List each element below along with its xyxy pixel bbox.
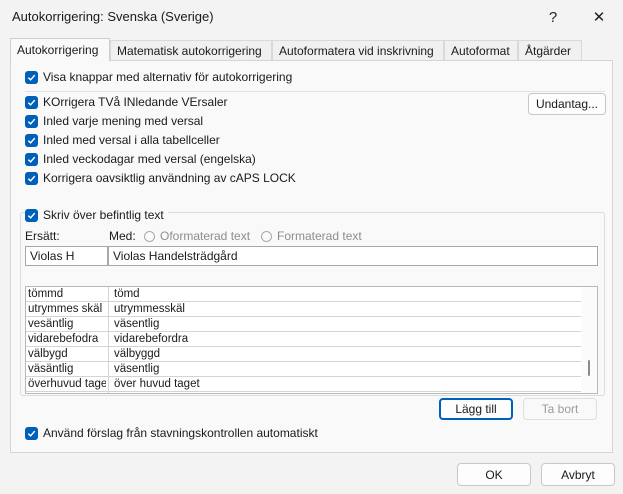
list-item-to: över huvud taget (114, 378, 200, 390)
list-item[interactable]: utrymmes skäl utrymmesskäl (26, 302, 582, 317)
checkbox-caps-lock[interactable]: Korrigera oavsiktlig användning av cAPS … (25, 171, 296, 185)
checkbox-checked-icon (25, 171, 38, 185)
checkbox-label: Använd förslag från stavningskontrollen … (43, 426, 318, 440)
checkbox-checked-icon (25, 152, 38, 166)
replace-label: Ersätt: (25, 229, 60, 243)
with-label: Med: (109, 229, 136, 243)
checkbox-checked-icon (25, 95, 38, 109)
radio-plain-text[interactable]: Oformaterad text (144, 229, 250, 243)
list-item-to: utrymmesskäl (114, 303, 185, 315)
divider (25, 91, 605, 92)
checkbox-checked-icon (25, 133, 38, 147)
radio-formatted-text[interactable]: Formaterad text (261, 229, 362, 243)
list-item-to: tömd (114, 288, 140, 300)
list-item-from: vidarebefodra (28, 333, 99, 345)
radio-label: Oformaterad text (160, 229, 251, 243)
tab-atgarder[interactable]: Åtgärder (518, 40, 582, 60)
checkbox-checked-icon (25, 208, 38, 222)
window-title: Autokorrigering: Svenska (Sverige) (12, 9, 214, 24)
autocorrect-list[interactable]: tömmd tömd utrymmes skäl utrymmesskäl ve… (25, 286, 598, 394)
list-item-to: välbyggd (114, 348, 161, 360)
replace-input[interactable]: Violas H (25, 246, 108, 266)
radio-label: Formaterad text (277, 229, 362, 243)
checkbox-capitalize-weekdays[interactable]: Inled veckodagar med versal (engelska) (25, 152, 256, 166)
checkbox-checked-icon (25, 426, 38, 440)
list-item-from: väsäntlig (28, 363, 74, 375)
list-item-from: utrymmes skäl (28, 303, 103, 315)
radio-icon (261, 230, 272, 242)
list-item[interactable]: vidarebefodra vidarebefordra (26, 332, 582, 347)
scrollbar-thumb[interactable] (588, 360, 590, 376)
checkbox-checked-icon (25, 114, 38, 128)
column-divider (108, 287, 109, 393)
checkbox-show-buttons[interactable]: Visa knappar med alternativ för autokorr… (25, 70, 292, 84)
list-item[interactable]: väsäntlig väsentlig (26, 362, 582, 377)
checkbox-replace-text[interactable]: Skriv över befintlig text (25, 208, 168, 222)
cancel-button[interactable]: Avbryt (541, 463, 615, 486)
add-button[interactable]: Lägg till (439, 398, 513, 420)
help-button[interactable]: ? (536, 4, 570, 30)
list-item-from: vesäntlig (28, 318, 74, 330)
with-input[interactable]: Violas Handelsträdgård (108, 246, 598, 266)
checkbox-checked-icon (25, 70, 38, 84)
exceptions-button[interactable]: Undantag... (528, 93, 606, 115)
checkbox-two-initials[interactable]: KOrrigera TVå INledande VErsaler (25, 95, 228, 109)
tab-autoformatera-vid-inskrivning[interactable]: Autoformatera vid inskrivning (272, 40, 444, 60)
list-item-from: överhuvud taget (28, 378, 106, 390)
list-item-to: väsentlig (114, 318, 160, 330)
list-item[interactable]: överhuvud taget över huvud taget (26, 377, 582, 392)
checkbox-label: Skriv över befintlig text (43, 208, 164, 222)
checkbox-use-suggestions[interactable]: Använd förslag från stavningskontrollen … (25, 426, 318, 440)
radio-icon (144, 230, 155, 242)
checkbox-label: Inled med versal i alla tabellceller (43, 133, 220, 147)
checkbox-label: Inled veckodagar med versal (engelska) (43, 152, 256, 166)
checkbox-label: KOrrigera TVå INledande VErsaler (43, 95, 228, 109)
checkbox-label: Korrigera oavsiktlig användning av cAPS … (43, 171, 296, 185)
ok-button[interactable]: OK (457, 463, 531, 486)
list-item-from: tömmd (28, 288, 64, 300)
delete-button[interactable]: Ta bort (523, 398, 597, 420)
checkbox-capitalize-table-cells[interactable]: Inled med versal i alla tabellceller (25, 133, 220, 147)
list-item[interactable]: tömmd tömd (26, 287, 582, 302)
tab-autokorrigering[interactable]: Autokorrigering (10, 38, 110, 61)
tab-matematisk-autokorrigering[interactable]: Matematisk autokorrigering (110, 40, 272, 60)
checkbox-label: Visa knappar med alternativ för autokorr… (43, 70, 293, 84)
title-bar: Autokorrigering: Svenska (Sverige) ? ✕ (0, 0, 623, 34)
list-scrollbar[interactable] (581, 287, 597, 393)
checkbox-label: Inled varje mening med versal (43, 114, 204, 128)
close-icon[interactable]: ✕ (582, 4, 616, 30)
list-item[interactable]: välbygd välbyggd (26, 347, 582, 362)
list-item-to: väsentlig (114, 363, 160, 375)
list-item[interactable]: vesäntlig väsentlig (26, 317, 582, 332)
list-item-from: välbygd (28, 348, 68, 360)
checkbox-capitalize-sentence[interactable]: Inled varje mening med versal (25, 114, 203, 128)
tab-autoformat[interactable]: Autoformat (444, 40, 518, 60)
list-item-to: vidarebefordra (114, 333, 189, 345)
